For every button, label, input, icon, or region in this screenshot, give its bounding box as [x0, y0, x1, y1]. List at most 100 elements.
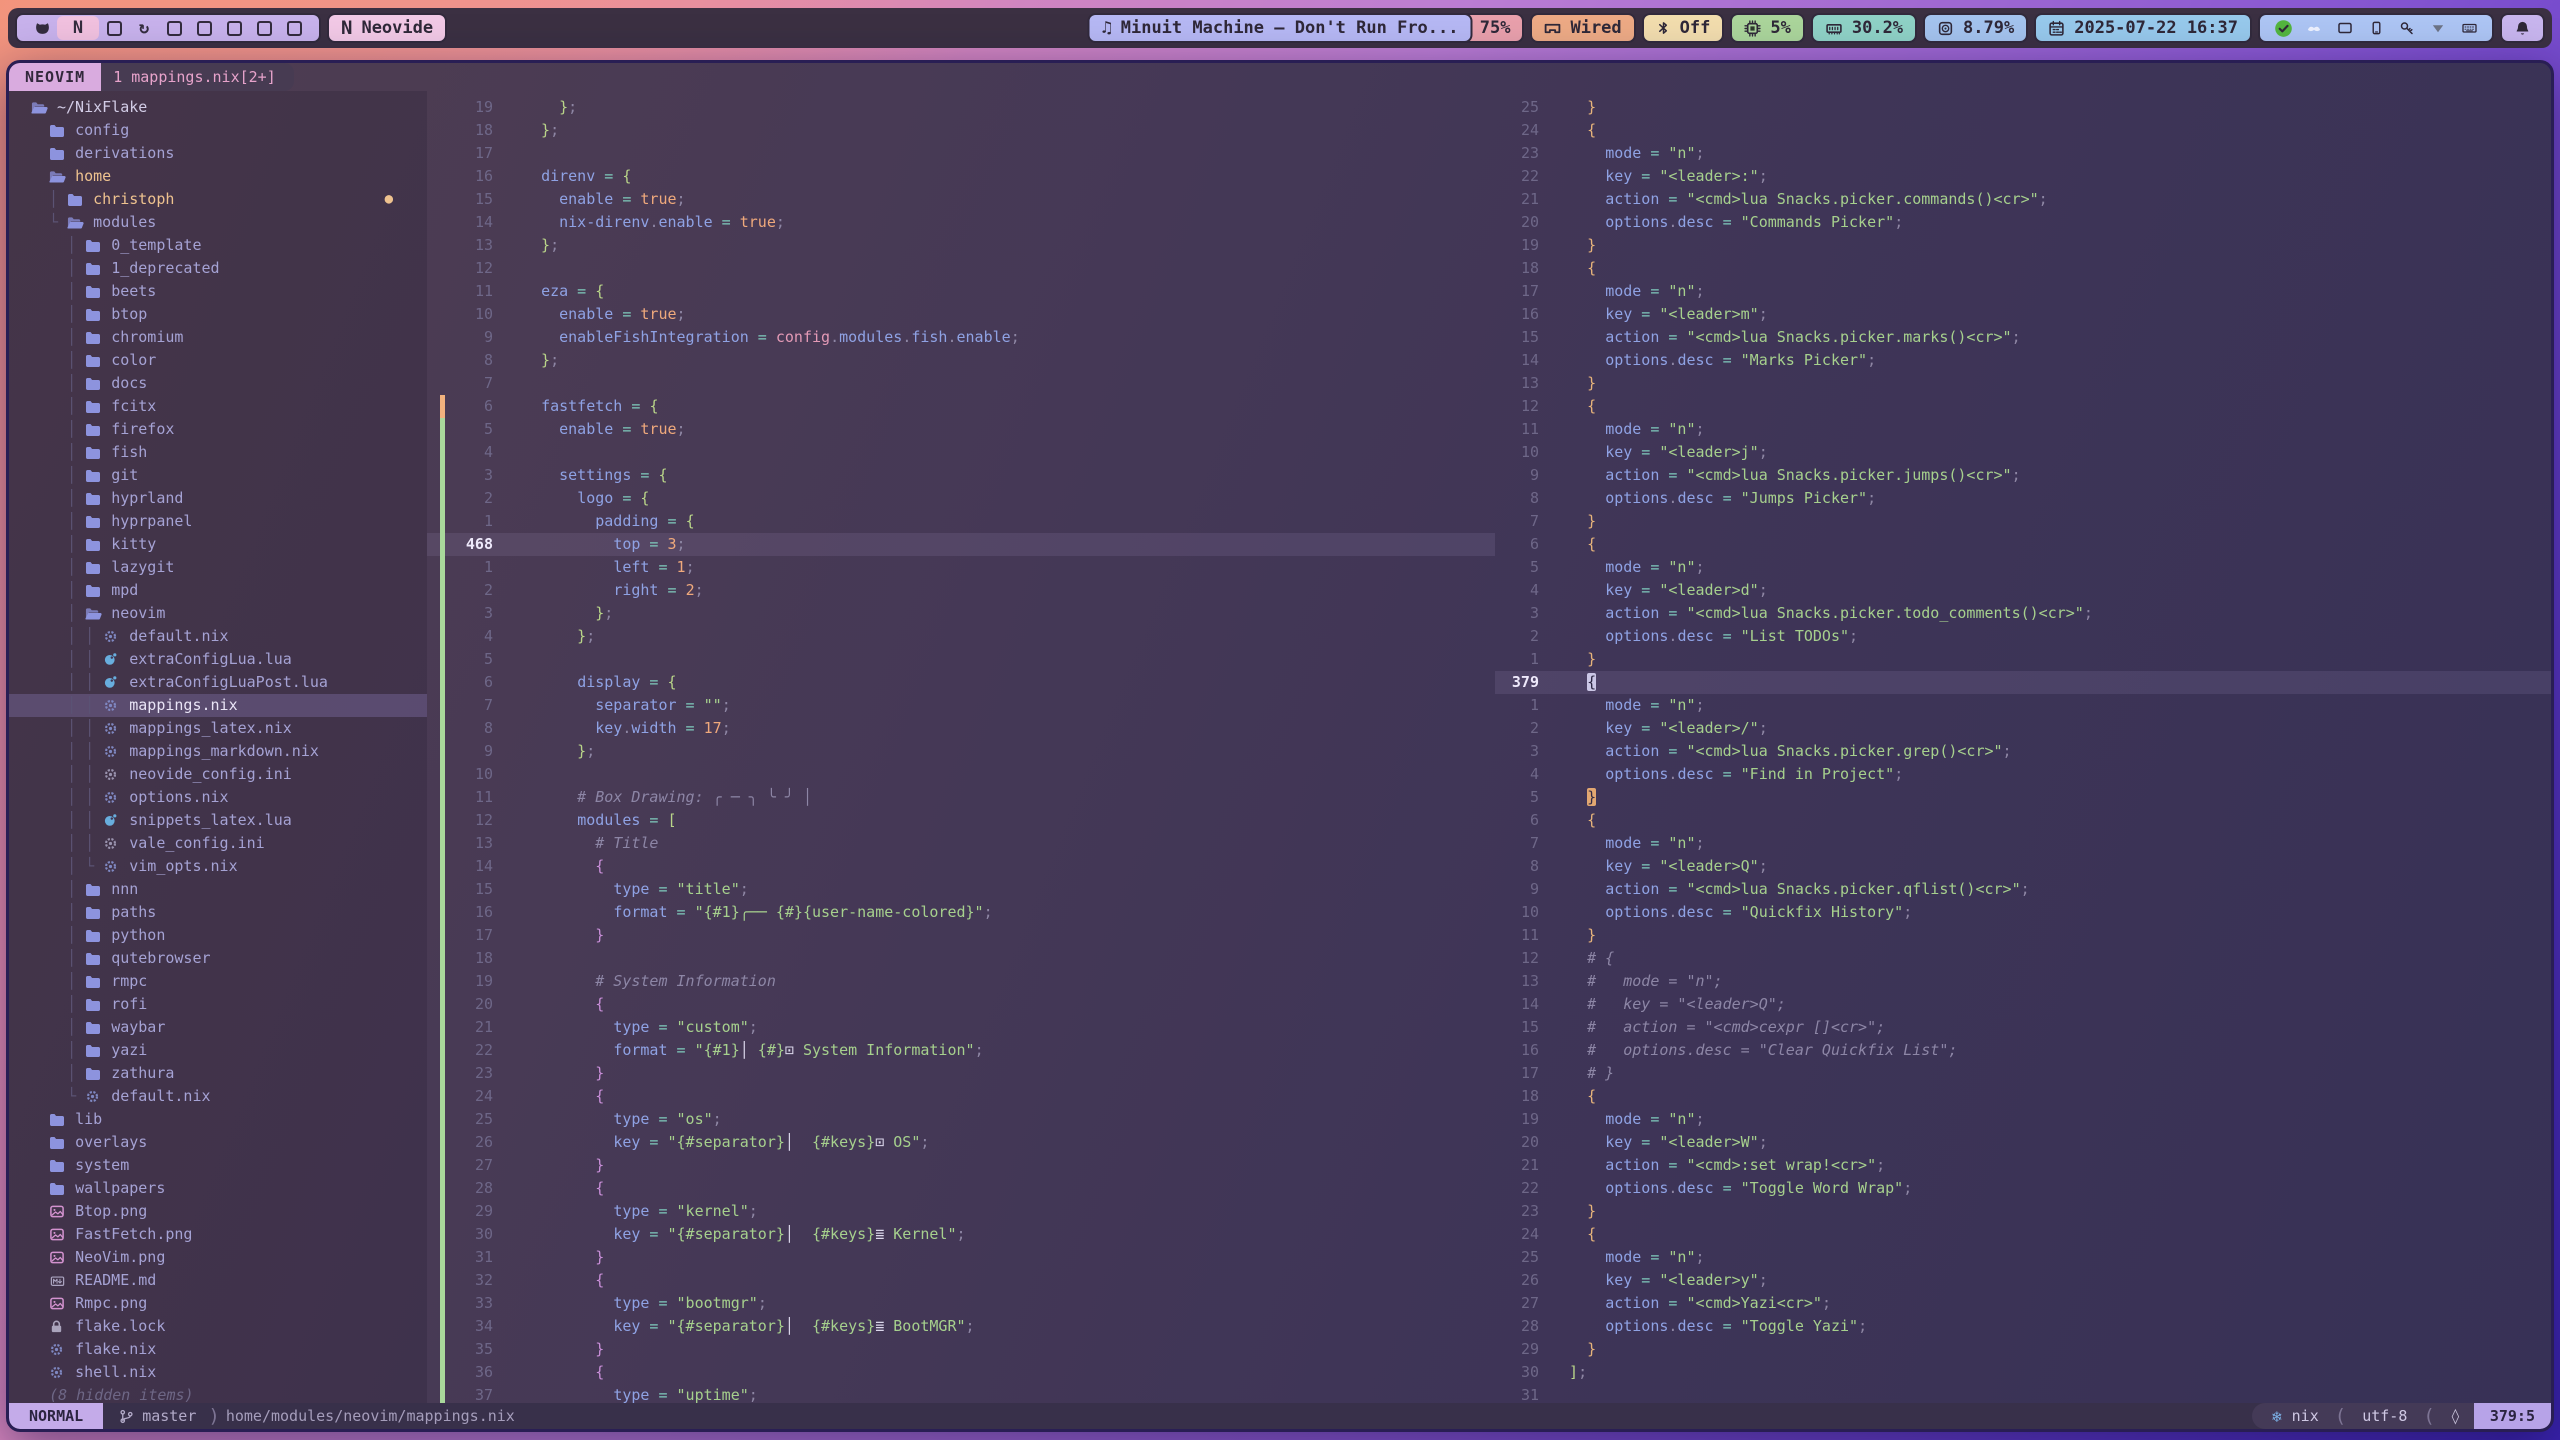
code-line[interactable]: 15 type = "title";: [427, 878, 1495, 901]
tree-item[interactable]: │ nnn: [9, 878, 427, 901]
media-player-widget[interactable]: ♫ Minuit Machine – Don't Run Fro...: [1087, 13, 1472, 43]
tree-item[interactable]: ~/NixFlake: [9, 96, 427, 119]
tree-item[interactable]: │ 1_deprecated: [9, 257, 427, 280]
code-line[interactable]: 12: [427, 257, 1495, 280]
code-line[interactable]: 8 };: [427, 349, 1495, 372]
code-line[interactable]: 31: [1495, 1384, 2551, 1403]
code-line[interactable]: 9 action = "<cmd>lua Snacks.picker.qflis…: [1495, 878, 2551, 901]
tree-item[interactable]: │ neovim: [9, 602, 427, 625]
code-line[interactable]: 27 action = "<cmd>Yazi<cr>";: [1495, 1292, 2551, 1315]
code-line[interactable]: 25 mode = "n";: [1495, 1246, 2551, 1269]
workspace-switcher[interactable]: N↻: [15, 13, 321, 43]
tree-item[interactable]: │ chromium: [9, 326, 427, 349]
code-line[interactable]: 14 options.desc = "Marks Picker";: [1495, 349, 2551, 372]
workspace-square[interactable]: [159, 21, 189, 36]
code-line[interactable]: 12 modules = [: [427, 809, 1495, 832]
code-line[interactable]: 1 mode = "n";: [1495, 694, 2551, 717]
code-line[interactable]: 6 display = {: [427, 671, 1495, 694]
code-line[interactable]: 17 mode = "n";: [1495, 280, 2551, 303]
code-line[interactable]: 10: [427, 763, 1495, 786]
code-line[interactable]: 30 key = "{#separator}│ {#keys}≣ Kernel"…: [427, 1223, 1495, 1246]
tree-item[interactable]: └ default.nix: [9, 1085, 427, 1108]
tray-check-icon[interactable]: [2272, 19, 2294, 38]
code-line[interactable]: 31 }: [427, 1246, 1495, 1269]
tree-item[interactable]: │ kitty: [9, 533, 427, 556]
code-line[interactable]: 24 {: [1495, 1223, 2551, 1246]
workspace-cat[interactable]: [27, 20, 57, 37]
code-line[interactable]: 2 right = 2;: [427, 579, 1495, 602]
tree-item[interactable]: │ docs: [9, 372, 427, 395]
code-line[interactable]: 25 type = "os";: [427, 1108, 1495, 1131]
code-line[interactable]: 35 }: [427, 1338, 1495, 1361]
tree-item[interactable]: Rmpc.png: [9, 1292, 427, 1315]
tree-item[interactable]: lib: [9, 1108, 427, 1131]
code-line[interactable]: 11 mode = "n";: [1495, 418, 2551, 441]
tray-key-icon[interactable]: [2396, 20, 2418, 36]
cpu-widget[interactable]: 5%: [1730, 13, 1804, 43]
code-line[interactable]: 22 key = "<leader>:";: [1495, 165, 2551, 188]
tree-item[interactable]: │ │ default.nix: [9, 625, 427, 648]
code-line[interactable]: 18 };: [427, 119, 1495, 142]
tree-item[interactable]: NeoVim.png: [9, 1246, 427, 1269]
code-line[interactable]: 2 logo = {: [427, 487, 1495, 510]
code-line[interactable]: 4 key = "<leader>d";: [1495, 579, 2551, 602]
code-line[interactable]: 16 # options.desc = "Clear Quickfix List…: [1495, 1039, 2551, 1062]
code-line[interactable]: 28 {: [427, 1177, 1495, 1200]
tree-item[interactable]: │ fcitx: [9, 395, 427, 418]
workspace-square[interactable]: [99, 21, 129, 36]
tree-item[interactable]: │ hyprland: [9, 487, 427, 510]
bluetooth-widget[interactable]: Off: [1642, 13, 1725, 43]
tree-item[interactable]: │ │ mappings_markdown.nix: [9, 740, 427, 763]
code-line[interactable]: 3 };: [427, 602, 1495, 625]
code-line[interactable]: 17 }: [427, 924, 1495, 947]
tree-item[interactable]: │ 0_template: [9, 234, 427, 257]
code-line[interactable]: 22 format = "{#1}│ {#}⊡ System Informati…: [427, 1039, 1495, 1062]
code-line[interactable]: 10 key = "<leader>j";: [1495, 441, 2551, 464]
tree-item[interactable]: │ │ snippets_latex.lua: [9, 809, 427, 832]
memory-widget[interactable]: 30.2%: [1811, 13, 1917, 43]
tray-phone-icon[interactable]: [2365, 20, 2387, 36]
code-line[interactable]: 1 padding = {: [427, 510, 1495, 533]
code-line[interactable]: 5 enable = true;: [427, 418, 1495, 441]
code-line[interactable]: 14 nix-direnv.enable = true;: [427, 211, 1495, 234]
workspace-square[interactable]: [219, 21, 249, 36]
workspace-reload[interactable]: ↻: [129, 18, 159, 38]
code-line[interactable]: 23 }: [1495, 1200, 2551, 1223]
tree-item[interactable]: │ rofi: [9, 993, 427, 1016]
tree-item[interactable]: README.md: [9, 1269, 427, 1292]
tree-item[interactable]: │ waybar: [9, 1016, 427, 1039]
tree-item[interactable]: overlays: [9, 1131, 427, 1154]
code-line[interactable]: 8 key.width = 17;: [427, 717, 1495, 740]
tree-item[interactable]: │ rmpc: [9, 970, 427, 993]
tree-item[interactable]: │ │ mappings.nix: [9, 694, 427, 717]
code-line[interactable]: 5 }: [1495, 786, 2551, 809]
code-line[interactable]: 6 fastfetch = {: [427, 395, 1495, 418]
code-line[interactable]: 2 key = "<leader>/";: [1495, 717, 2551, 740]
code-line[interactable]: 11 }: [1495, 924, 2551, 947]
code-line[interactable]: 29 type = "kernel";: [427, 1200, 1495, 1223]
code-line[interactable]: 25 }: [1495, 96, 2551, 119]
code-line[interactable]: 18 {: [1495, 1085, 2551, 1108]
tree-item[interactable]: │ │ extraConfigLua.lua: [9, 648, 427, 671]
code-line[interactable]: 9 action = "<cmd>lua Snacks.picker.jumps…: [1495, 464, 2551, 487]
tree-item[interactable]: flake.lock: [9, 1315, 427, 1338]
code-line[interactable]: 29 }: [1495, 1338, 2551, 1361]
code-line[interactable]: 20 options.desc = "Commands Picker";: [1495, 211, 2551, 234]
code-line[interactable]: 379 {: [1495, 671, 2551, 694]
clock-widget[interactable]: 2025-07-22 16:37: [2034, 13, 2252, 43]
window-title-pill[interactable]: N Neovide: [327, 13, 447, 43]
code-line[interactable]: 1 left = 1;: [427, 556, 1495, 579]
tree-item[interactable]: │ hyprpanel: [9, 510, 427, 533]
file-tree[interactable]: ~/NixFlake config derivations home │ chr…: [9, 91, 427, 1403]
tray-mustache-icon[interactable]: [2303, 21, 2325, 36]
tree-item[interactable]: │ mpd: [9, 579, 427, 602]
code-line[interactable]: 14 # key = "<leader>Q";: [1495, 993, 2551, 1016]
network-widget[interactable]: Wired: [1530, 13, 1635, 43]
code-line[interactable]: 3 action = "<cmd>lua Snacks.picker.grep(…: [1495, 740, 2551, 763]
workspace-neovide-logo[interactable]: N: [57, 16, 99, 40]
code-line[interactable]: 4 };: [427, 625, 1495, 648]
code-line[interactable]: 16 direnv = {: [427, 165, 1495, 188]
code-line[interactable]: 33 type = "bootmgr";: [427, 1292, 1495, 1315]
code-line[interactable]: 19 # System Information: [427, 970, 1495, 993]
code-line[interactable]: 9 };: [427, 740, 1495, 763]
